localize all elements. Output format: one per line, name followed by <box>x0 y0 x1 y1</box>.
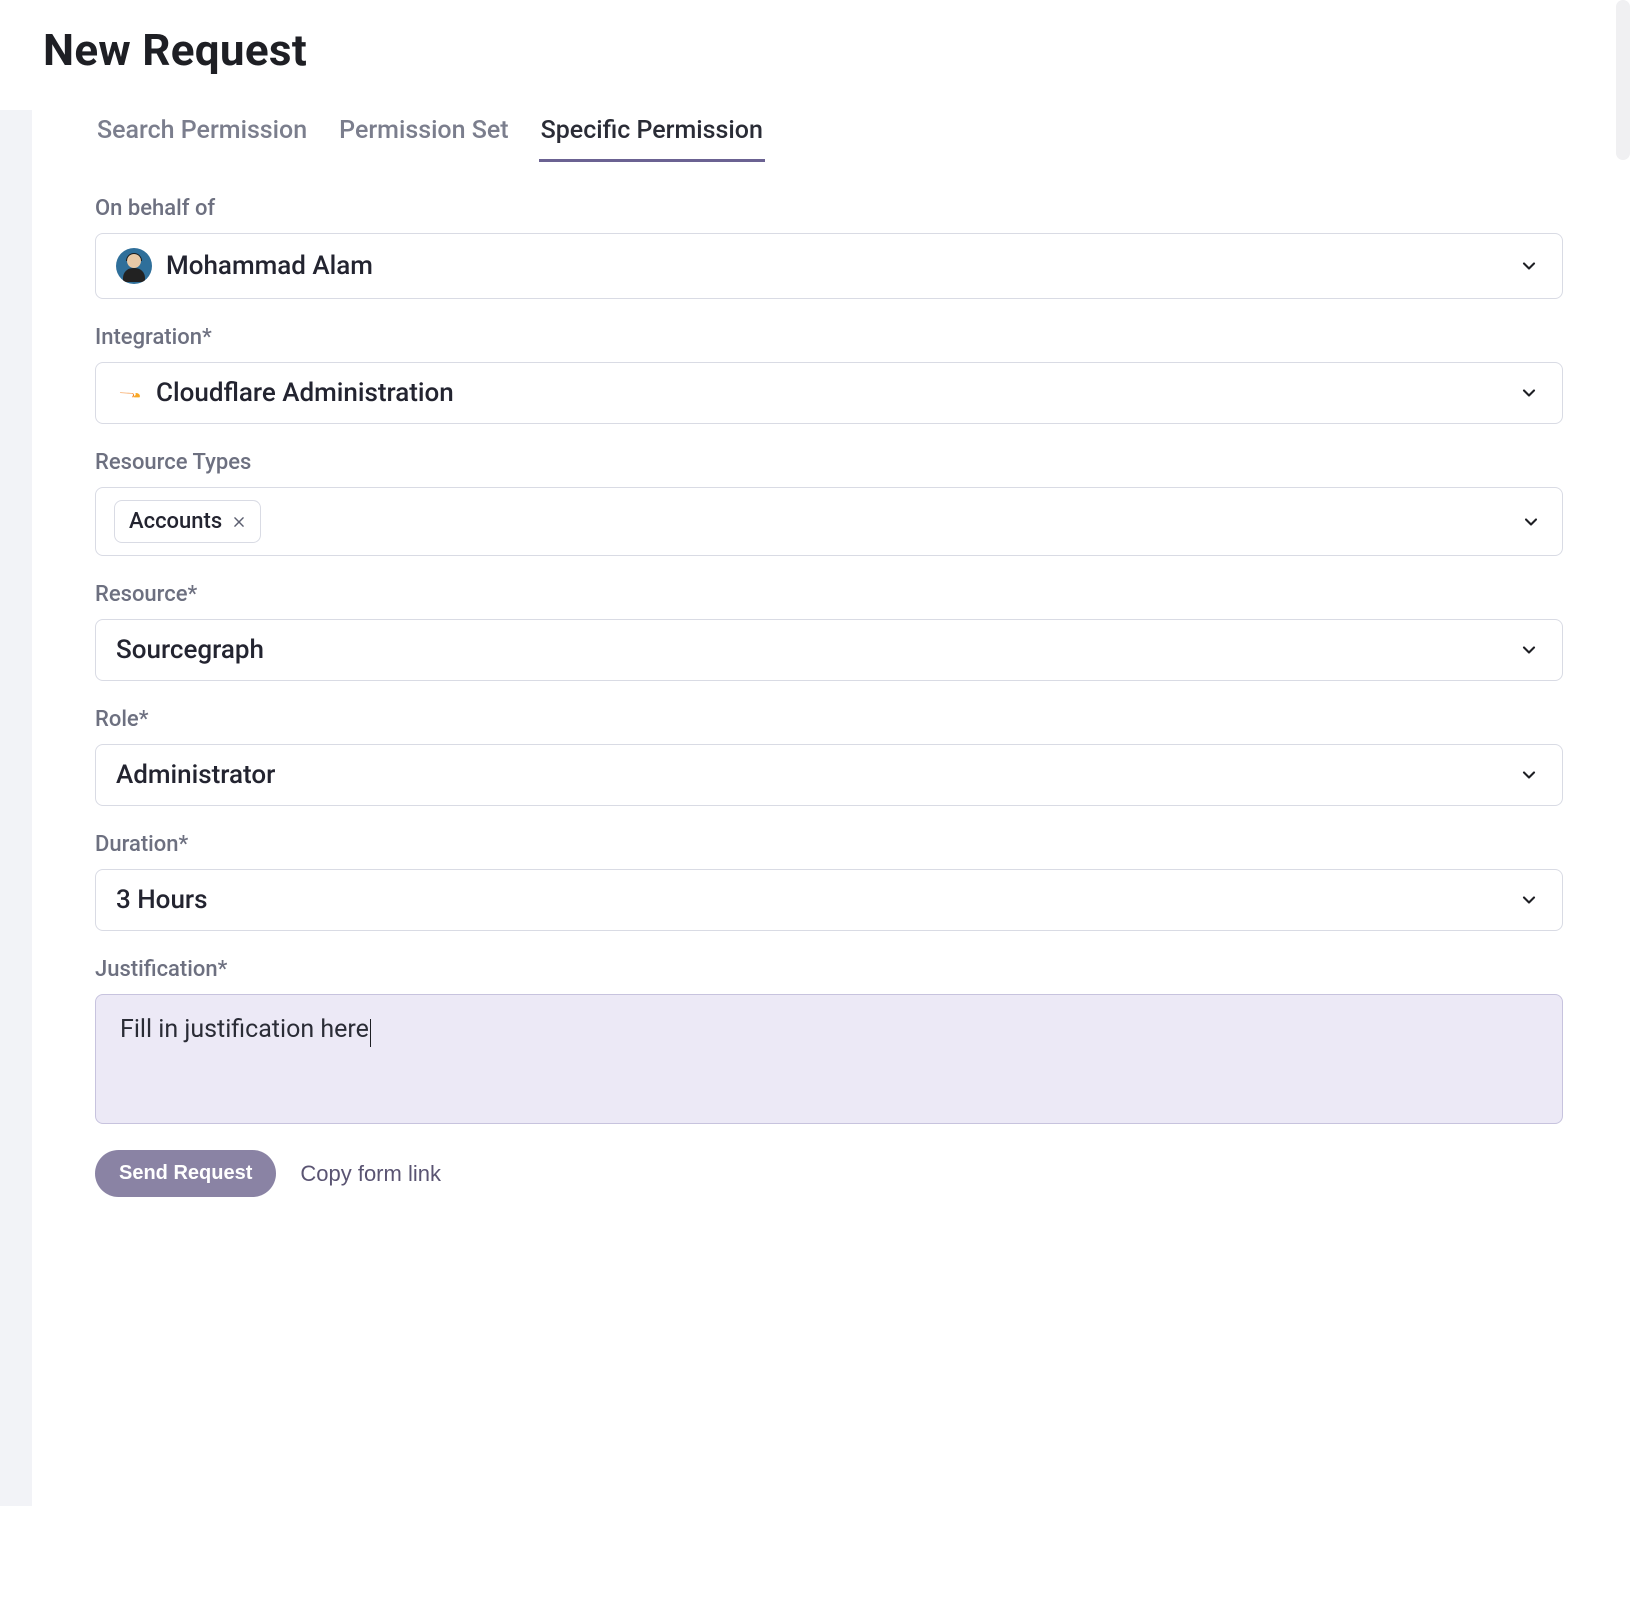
chip-label: Accounts <box>129 509 222 534</box>
justification-value: Fill in justification here <box>120 1015 369 1044</box>
avatar <box>116 248 152 284</box>
role-select[interactable]: Administrator <box>95 744 1563 806</box>
chip-accounts[interactable]: Accounts <box>114 500 261 543</box>
left-gutter <box>0 110 32 1506</box>
copy-form-link-button[interactable]: Copy form link <box>300 1161 441 1187</box>
on-behalf-select[interactable]: Mohammad Alam <box>95 233 1563 299</box>
integration-select[interactable]: Cloudflare Administration <box>95 362 1563 424</box>
tab-specific-permission[interactable]: Specific Permission <box>539 108 765 162</box>
integration-label: Integration* <box>95 325 1563 350</box>
send-request-button[interactable]: Send Request <box>95 1150 276 1197</box>
chevron-down-icon <box>1516 380 1542 406</box>
duration-select[interactable]: 3 Hours <box>95 869 1563 931</box>
on-behalf-label: On behalf of <box>95 196 1563 221</box>
text-caret <box>370 1019 372 1047</box>
duration-value: 3 Hours <box>116 885 207 915</box>
resource-types-select[interactable]: Accounts <box>95 487 1563 556</box>
page-title: New Request <box>7 0 1623 108</box>
resource-value: Sourcegraph <box>116 635 264 665</box>
scrollbar[interactable] <box>1616 0 1630 160</box>
role-value: Administrator <box>116 760 275 790</box>
resource-select[interactable]: Sourcegraph <box>95 619 1563 681</box>
close-icon[interactable] <box>232 515 246 529</box>
resource-types-label: Resource Types <box>95 450 1563 475</box>
duration-label: Duration* <box>95 832 1563 857</box>
tab-search-permission[interactable]: Search Permission <box>95 108 309 162</box>
chevron-down-icon <box>1518 509 1544 535</box>
on-behalf-value: Mohammad Alam <box>166 251 373 281</box>
justification-input[interactable]: Fill in justification here <box>95 994 1563 1124</box>
integration-value: Cloudflare Administration <box>156 378 454 408</box>
cloudflare-icon <box>116 384 142 402</box>
tabs: Search Permission Permission Set Specifi… <box>95 108 1563 162</box>
chevron-down-icon <box>1516 762 1542 788</box>
chevron-down-icon <box>1516 253 1542 279</box>
justification-label: Justification* <box>95 957 1563 982</box>
chevron-down-icon <box>1516 637 1542 663</box>
tab-permission-set[interactable]: Permission Set <box>337 108 510 162</box>
resource-label: Resource* <box>95 582 1563 607</box>
role-label: Role* <box>95 707 1563 732</box>
chevron-down-icon <box>1516 887 1542 913</box>
